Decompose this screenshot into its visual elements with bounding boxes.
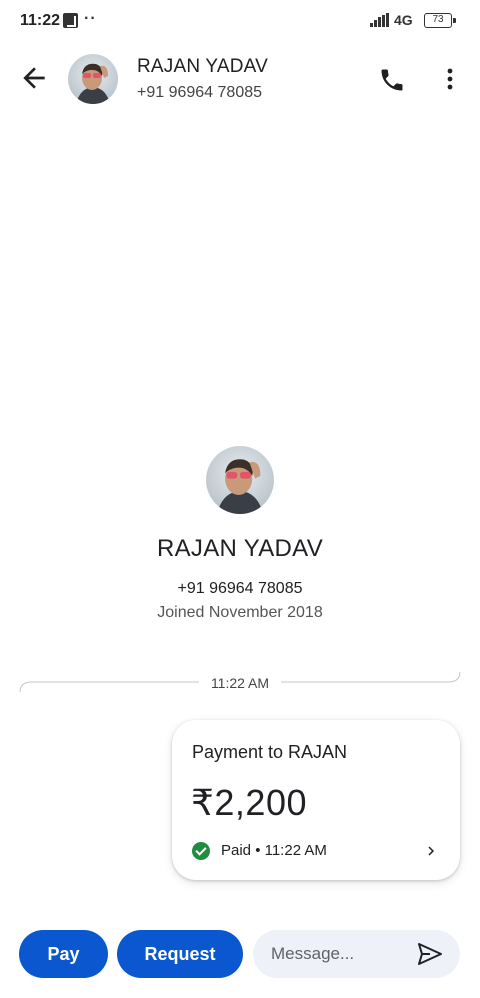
status-time: 11:22 <box>20 12 61 29</box>
back-button[interactable] <box>18 62 50 94</box>
request-button[interactable]: Request <box>117 930 243 978</box>
pay-button[interactable]: Pay <box>19 930 108 978</box>
avatar-photo <box>68 54 118 104</box>
timestamp-label: 11:22 AM <box>198 675 282 691</box>
profile-phone: +91 96964 78085 <box>177 580 303 597</box>
payment-title: Payment to RAJAN <box>192 742 348 762</box>
header-contact-phone: +91 96964 78085 <box>137 84 263 101</box>
notification-app-icon <box>63 13 78 28</box>
send-icon <box>418 943 442 965</box>
profile-avatar[interactable] <box>206 446 274 514</box>
arrow-left-icon <box>23 67 45 89</box>
profile-joined: Joined November 2018 <box>157 604 323 621</box>
timeline-timestamp: 11:22 AM <box>0 675 480 691</box>
battery-icon: 73 <box>424 13 456 28</box>
signal-icon <box>370 13 390 27</box>
status-bar: 11:22 ·· 4G 73 <box>0 0 480 42</box>
chevron-right-icon[interactable] <box>422 842 440 860</box>
message-box <box>253 930 460 978</box>
avatar-photo <box>206 446 274 514</box>
message-input[interactable] <box>271 930 411 978</box>
header-contact-name[interactable]: RAJAN YADAV <box>137 56 268 78</box>
contact-avatar[interactable] <box>68 54 118 104</box>
send-button[interactable] <box>416 941 444 967</box>
payment-amount: ₹2,200 <box>191 782 307 823</box>
more-vert-icon <box>447 68 453 90</box>
phone-icon <box>381 69 403 91</box>
more-notifications-icon: ·· <box>84 10 97 27</box>
chat-header: RAJAN YADAV +91 96964 78085 <box>0 42 480 114</box>
payment-card[interactable]: Payment to RAJAN ₹2,200 Paid • 11:22 AM <box>172 720 460 880</box>
profile-name: RAJAN YADAV <box>156 535 323 562</box>
network-type: 4G <box>394 12 413 28</box>
more-options-button[interactable] <box>438 66 462 94</box>
call-button[interactable] <box>378 66 406 94</box>
check-circle-icon <box>192 842 210 860</box>
payment-status: Paid • 11:22 AM <box>221 842 327 859</box>
